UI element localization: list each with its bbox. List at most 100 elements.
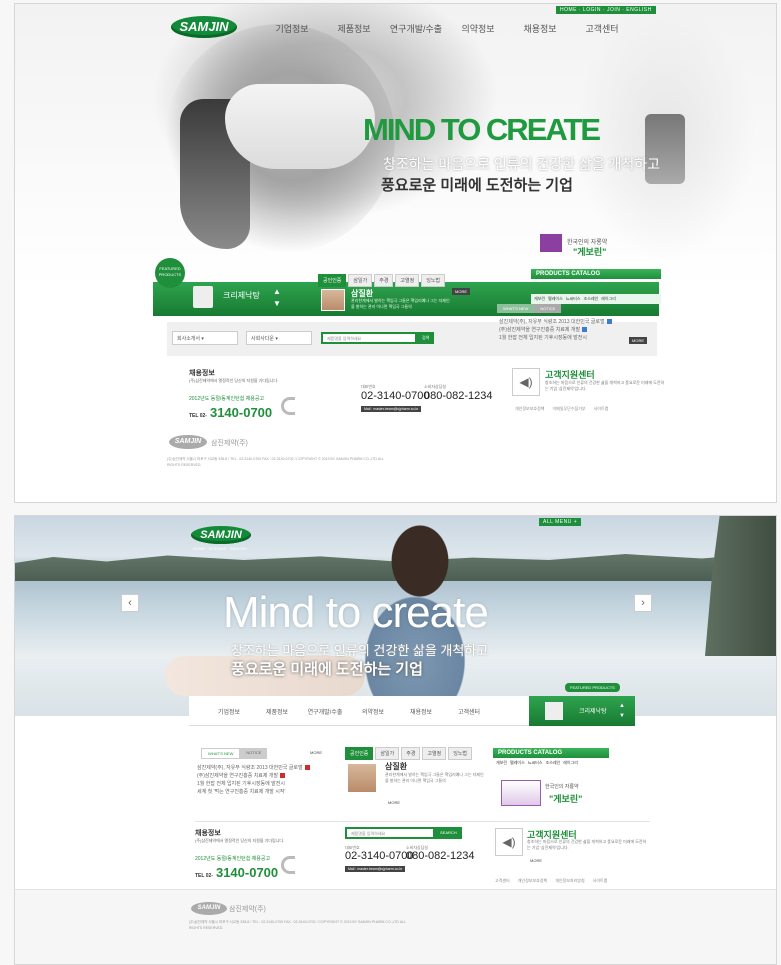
catalog-item[interactable]: 레이그리 [601, 296, 616, 302]
list-item[interactable]: 1월 한잡 전체 입지된 기후시장동에 발전시 [197, 780, 342, 788]
tab-3[interactable]: 주경 [374, 274, 394, 287]
catalog-item[interactable]: 뇨씨터스 [566, 296, 581, 302]
footer-link[interactable]: 사이트맵 [594, 406, 609, 412]
featured-product-name[interactable]: 크리제낙탕 [223, 290, 260, 301]
product-title[interactable]: 삼질환 [385, 761, 407, 772]
tab-4[interactable]: 고열정 [422, 747, 447, 760]
news-more-button[interactable]: MORE [629, 337, 647, 344]
samjin-logo[interactable]: SAMJIN [171, 16, 237, 38]
promo-product-name[interactable]: "게보린" [573, 245, 606, 258]
footer-link[interactable]: 이메일무단수집거부 [552, 406, 585, 412]
footer-logo[interactable]: SAMJIN [169, 435, 207, 449]
email-address[interactable]: Mail : master.tream@sjpharm.co.kr [361, 406, 422, 412]
tab-5[interactable]: 잉노법 [448, 747, 473, 760]
catalog-item[interactable]: 펠레이스 [510, 760, 525, 766]
promo-product-name[interactable]: "게보린" [549, 792, 582, 805]
tab-whats-new[interactable]: WHAT'S NEW [201, 748, 241, 759]
featured-arrows[interactable]: ▲ ▼ [619, 701, 625, 721]
news-text[interactable]: 세계 첫 '먹는 연구진흥중 치료제 개발 시작' [197, 789, 285, 795]
catalog-item[interactable]: 조스레인 [584, 296, 599, 302]
nav-item-support[interactable]: 고객센터 [571, 22, 633, 35]
utility-links[interactable]: HOME · LOGIN · JOIN · ENGLISH [556, 6, 656, 14]
catalog-item[interactable]: 뇨씨터스 [528, 760, 543, 766]
nav-item-company[interactable]: 기업정보 [205, 707, 253, 716]
utility-links[interactable]: HOME · SITEMAP · ENGLISH [193, 546, 247, 551]
news-text[interactable]: 삼진제약(주), 자유부 식량조 2013 대한민국 글로벌 [499, 319, 605, 325]
product-thumbnail[interactable] [321, 289, 345, 311]
all-menu-button[interactable]: ALL MENU + [539, 518, 582, 526]
news-text[interactable]: 1월 한잡 전체 입지된 기후시장동에 발전시 [499, 335, 587, 341]
list-item[interactable]: (주)삼진제약을 연구진흥중 치료제 개발 [197, 772, 342, 780]
search-input[interactable]: 제품명을 입력하세요 [321, 332, 417, 344]
news-more-button[interactable]: MORE [307, 749, 325, 756]
nav-item-medical[interactable]: 의약정보 [447, 22, 509, 35]
nav-item-company[interactable]: 기업정보 [261, 22, 323, 35]
nav-item-research[interactable]: 연구개발/수출 [385, 22, 447, 35]
tab-whats-new[interactable]: WHAT'S NEW [497, 304, 535, 313]
catalog-title[interactable]: PRODUCTS CATALOG [493, 748, 609, 758]
tab-4[interactable]: 고열정 [395, 274, 420, 287]
tab-notice[interactable]: NOTICE [240, 748, 268, 759]
arrow-up-icon[interactable]: ▲ [619, 703, 625, 709]
tab-5[interactable]: 잉노법 [421, 274, 446, 287]
company-brochure-select[interactable]: 회사소개서 ▾ [172, 331, 238, 345]
featured-arrows[interactable]: ▲ ▼ [273, 286, 281, 310]
list-item[interactable]: 삼진제약(주), 자유부 식량조 2013 대한민국 글로벌 [499, 318, 649, 326]
search-button[interactable]: SEARCH [435, 827, 462, 839]
nav-item-support[interactable]: 고객센터 [445, 707, 493, 716]
nav-item-recruit[interactable]: 채용정보 [397, 707, 445, 716]
email-address[interactable]: Mail : master.tream@sjpharm.co.kr [345, 866, 406, 872]
tab-3[interactable]: 주경 [401, 747, 421, 760]
customer-more-button[interactable]: MORE [527, 857, 545, 864]
news-text[interactable]: (주)삼진제약을 연구진흥중 치료제 개발 [499, 327, 580, 333]
catalog-item[interactable]: 펠레이스 [548, 296, 563, 302]
list-item[interactable]: 삼진제약(주), 자유부 식량조 2013 대한민국 글로벌 [197, 764, 342, 772]
news-text[interactable]: (주)삼진제약을 연구진흥중 치료제 개발 [197, 773, 278, 779]
nav-item-research[interactable]: 연구개발/수출 [301, 707, 349, 716]
search-input[interactable]: 제품명을 입력하세요 [345, 827, 435, 839]
arrow-up-icon[interactable]: ▲ [273, 287, 281, 296]
samjin-logo[interactable]: SAMJIN [191, 526, 251, 544]
product-more-button[interactable]: MORE [385, 799, 403, 806]
tab-2[interactable]: 삼일가 [348, 274, 373, 287]
arrow-down-icon[interactable]: ▼ [619, 713, 625, 719]
footer-link[interactable]: 개인정보보호정책 [515, 406, 544, 412]
featured-product-image[interactable] [545, 702, 563, 720]
tab-2[interactable]: 삼일가 [375, 747, 400, 760]
list-item[interactable]: 세계 첫 '먹는 연구진흥중 치료제 개발 시작' [197, 788, 342, 796]
download-select[interactable]: 사회사다운 ▾ [246, 331, 312, 345]
nav-item-recruit[interactable]: 채용정보 [509, 22, 571, 35]
nav-item-medical[interactable]: 의약정보 [349, 707, 397, 716]
news-text[interactable]: 삼진제약(주), 자유부 식량조 2013 대한민국 글로벌 [197, 765, 303, 771]
next-slide-button[interactable]: › [634, 594, 652, 612]
recruit-link[interactable]: 2012년도 동절/동계인턴쉽 채용공고 [189, 395, 264, 402]
footer-link[interactable]: 고객센터 [495, 878, 510, 884]
catalog-title[interactable]: PRODUCTS CATALOG [531, 269, 661, 279]
catalog-item[interactable]: 조스레인 [546, 760, 561, 766]
geborin-package-image[interactable] [540, 234, 562, 252]
catalog-item[interactable]: 게보린 [534, 296, 545, 302]
nav-item-products[interactable]: 제품정보 [323, 22, 385, 35]
nav-item-products[interactable]: 제품정보 [253, 707, 301, 716]
catalog-item[interactable]: 게보린 [496, 760, 507, 766]
prev-slide-button[interactable]: ‹ [121, 594, 139, 612]
list-item[interactable]: (주)삼진제약을 연구진흥중 치료제 개발 [499, 326, 649, 334]
geborin-package-image[interactable] [501, 780, 541, 806]
featured-product-name[interactable]: 크리제낙탕 [579, 706, 607, 715]
list-item[interactable]: 1월 한잡 전체 입지된 기후시장동에 발전시 [499, 334, 649, 342]
search-button[interactable]: 검색 [417, 332, 435, 344]
footer-link[interactable]: 개인정보보호정책 [518, 878, 547, 884]
product-thumbnail[interactable] [347, 763, 377, 793]
footer-link[interactable]: 개인정보처리방침 [555, 878, 584, 884]
tab-1[interactable]: 공인인증 [318, 274, 347, 287]
footer-logo[interactable]: SAMJIN [191, 902, 227, 915]
featured-product-image[interactable] [193, 286, 213, 308]
news-text[interactable]: 1월 한잡 전체 입지된 기후시장동에 발전시 [197, 781, 285, 787]
tab-1[interactable]: 공인인증 [345, 747, 374, 760]
catalog-item[interactable]: 레이그리 [563, 760, 578, 766]
tab-notice[interactable]: NOTICE [534, 304, 562, 313]
arrow-down-icon[interactable]: ▼ [273, 299, 281, 308]
recruit-link[interactable]: 2012년도 동절/동계인턴쉽 채용공고 [195, 855, 270, 862]
product-more-button[interactable]: MORE [452, 288, 470, 295]
footer-link[interactable]: 사이트맵 [593, 878, 608, 884]
